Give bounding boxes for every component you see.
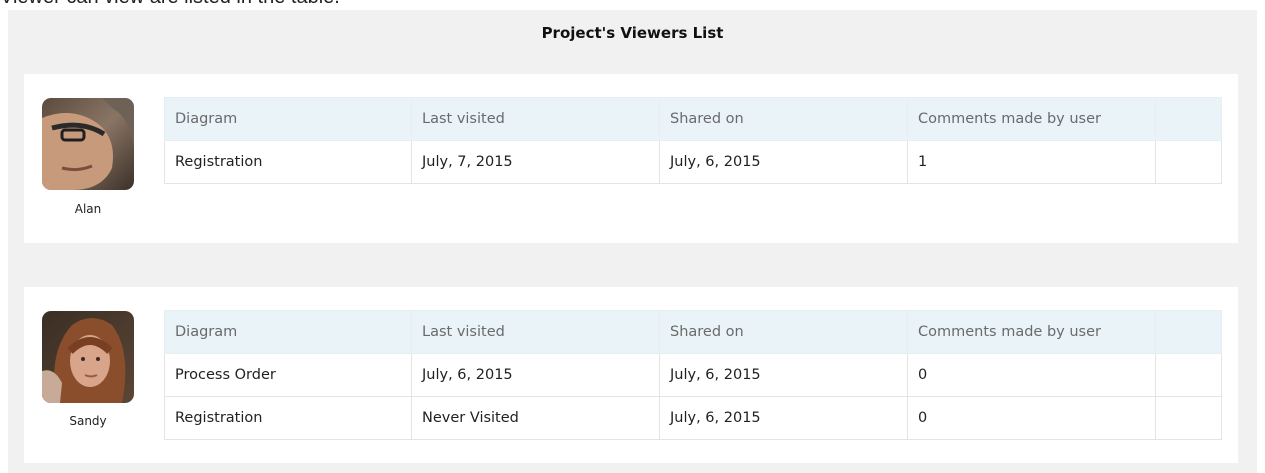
column-header-comments: Comments made by user xyxy=(907,310,1156,354)
column-header-diagram: Diagram xyxy=(164,310,412,354)
user-photo-icon xyxy=(42,311,134,403)
user-photo-icon xyxy=(42,98,134,190)
cell-last-visited: Never Visited xyxy=(411,396,660,440)
column-header-diagram: Diagram xyxy=(164,97,412,141)
table-header-row: Diagram Last visited Shared on Comments … xyxy=(164,310,1222,354)
intro-text: Viewer can view are listed in the table. xyxy=(0,0,1265,10)
cell-last-visited: July, 6, 2015 xyxy=(411,353,660,397)
cell-shared-on: July, 6, 2015 xyxy=(659,353,908,397)
cell-empty xyxy=(1155,396,1222,440)
viewer-table: Diagram Last visited Shared on Comments … xyxy=(164,310,1222,440)
viewer-table: Diagram Last visited Shared on Comments … xyxy=(164,97,1222,184)
column-header-last-visited: Last visited xyxy=(411,97,660,141)
column-header-empty xyxy=(1155,310,1222,354)
viewer-card-sandy: Sandy Diagram Last visited Shared on Com… xyxy=(24,287,1238,463)
panel-title: Project's Viewers List xyxy=(541,24,724,42)
cell-empty xyxy=(1155,140,1222,184)
cell-shared-on: July, 6, 2015 xyxy=(659,140,908,184)
column-header-last-visited: Last visited xyxy=(411,310,660,354)
cell-last-visited: July, 7, 2015 xyxy=(411,140,660,184)
cell-diagram: Registration xyxy=(164,140,412,184)
table-row: Process Order July, 6, 2015 July, 6, 201… xyxy=(164,353,1222,397)
cell-diagram: Process Order xyxy=(164,353,412,397)
avatar xyxy=(42,98,134,190)
avatar xyxy=(42,311,134,403)
table-row: Registration July, 7, 2015 July, 6, 2015… xyxy=(164,140,1222,184)
cell-diagram: Registration xyxy=(164,396,412,440)
cell-comments: 1 xyxy=(907,140,1156,184)
cell-comments: 0 xyxy=(907,353,1156,397)
viewers-panel: Project's Viewers List Alan Diagram Last… xyxy=(8,10,1257,473)
cell-comments: 0 xyxy=(907,396,1156,440)
viewer-name: Sandy xyxy=(69,414,107,428)
column-header-shared-on: Shared on xyxy=(659,97,908,141)
viewer-card-alan: Alan Diagram Last visited Shared on Comm… xyxy=(24,74,1238,243)
column-header-shared-on: Shared on xyxy=(659,310,908,354)
column-header-comments: Comments made by user xyxy=(907,97,1156,141)
column-header-empty xyxy=(1155,97,1222,141)
table-row: Registration Never Visited July, 6, 2015… xyxy=(164,396,1222,440)
table-header-row: Diagram Last visited Shared on Comments … xyxy=(164,97,1222,141)
cell-shared-on: July, 6, 2015 xyxy=(659,396,908,440)
cell-empty xyxy=(1155,353,1222,397)
viewer-name: Alan xyxy=(74,202,102,216)
